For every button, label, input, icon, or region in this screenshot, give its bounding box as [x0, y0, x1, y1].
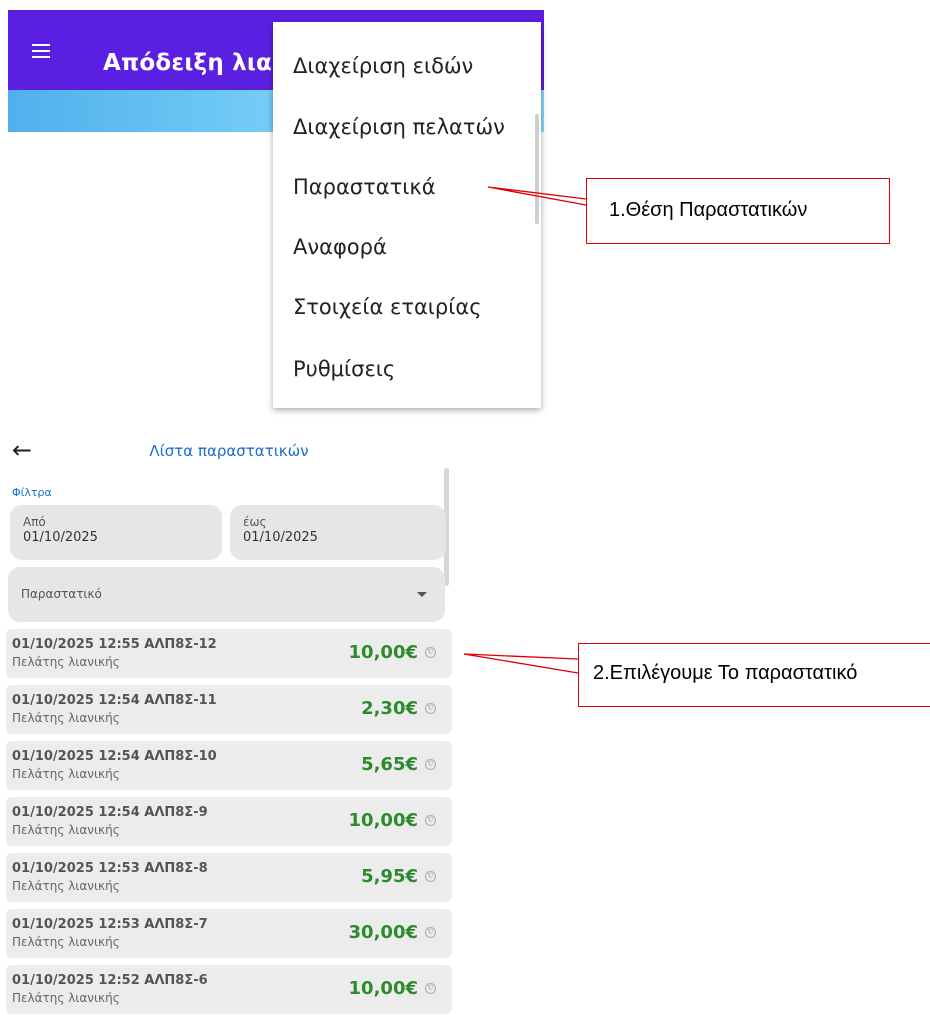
screen-title: Λίστα παραστατικών [149, 442, 309, 460]
menu-item-customers[interactable]: Διαχείριση πελατών [293, 115, 505, 139]
copyright-icon: © [425, 815, 436, 826]
to-date-label: έως [243, 515, 267, 529]
document-row[interactable]: 01/10/2025 12:53 ΑΛΠ8Σ-8 Πελάτης λιανική… [6, 853, 452, 902]
document-row-amount: 5,95€ [361, 866, 418, 887]
document-row-customer: Πελάτης λιανικής [12, 823, 120, 837]
callout-1-box: 1.Θέση Παραστατικών [586, 178, 890, 244]
document-row-amount: 10,00€ [348, 978, 418, 999]
callout-1-text: 1.Θέση Παραστατικών [609, 199, 808, 221]
document-row[interactable]: 01/10/2025 12:54 ΑΛΠ8Σ-10 Πελάτης λιανικ… [6, 741, 452, 790]
from-date-value: 01/10/2025 [23, 530, 98, 545]
document-row-amount: 10,00€ [348, 642, 418, 663]
from-date-label: Από [23, 515, 46, 529]
document-type-placeholder: Παραστατικό [21, 587, 102, 601]
callout-2-pointer [463, 653, 579, 674]
document-row-amount: 2,30€ [361, 698, 418, 719]
overflow-menu: Διαχείριση ειδών Διαχείριση πελατών Παρα… [273, 22, 541, 408]
document-row[interactable]: 01/10/2025 12:54 ΑΛΠ8Σ-11 Πελάτης λιανικ… [6, 685, 452, 734]
filters-label: Φίλτρα [12, 486, 52, 499]
document-row-header: 01/10/2025 12:54 ΑΛΠ8Σ-10 [12, 749, 217, 764]
dropdown-caret-icon [417, 592, 427, 597]
menu-item-documents[interactable]: Παραστατικά [293, 175, 436, 199]
document-row-header: 01/10/2025 12:54 ΑΛΠ8Σ-11 [12, 693, 217, 708]
copyright-icon: © [425, 983, 436, 994]
to-date-value: 01/10/2025 [243, 530, 318, 545]
document-row-customer: Πελάτης λιανικής [12, 991, 120, 1005]
callout-2-box: 2.Επιλέγουμε Το παραστατικό [578, 643, 930, 707]
copyright-icon: © [425, 647, 436, 658]
menu-item-items[interactable]: Διαχείριση ειδών [293, 54, 473, 78]
copyright-icon: © [425, 703, 436, 714]
menu-item-report[interactable]: Αναφορά [293, 235, 387, 259]
document-row-customer: Πελάτης λιανικής [12, 935, 120, 949]
copyright-icon: © [425, 927, 436, 938]
document-row-customer: Πελάτης λιανικής [12, 655, 120, 669]
menu-scrollbar[interactable] [535, 114, 539, 224]
to-date-field[interactable]: έως 01/10/2025 [230, 505, 446, 560]
document-row-header: 01/10/2025 12:54 ΑΛΠ8Σ-9 [12, 805, 208, 820]
document-row-customer: Πελάτης λιανικής [12, 879, 120, 893]
document-row[interactable]: 01/10/2025 12:54 ΑΛΠ8Σ-9 Πελάτης λιανική… [6, 797, 452, 846]
document-row-header: 01/10/2025 12:52 ΑΛΠ8Σ-6 [12, 973, 208, 988]
document-row-header: 01/10/2025 12:53 ΑΛΠ8Σ-7 [12, 917, 208, 932]
document-row-amount: 30,00€ [348, 922, 418, 943]
document-type-select[interactable]: Παραστατικό [8, 567, 445, 622]
document-row-amount: 5,65€ [361, 754, 418, 775]
document-row-header: 01/10/2025 12:53 ΑΛΠ8Σ-8 [12, 861, 208, 876]
callout-2-text: 2.Επιλέγουμε Το παραστατικό [593, 662, 858, 684]
document-row-customer: Πελάτης λιανικής [12, 767, 120, 781]
from-date-field[interactable]: Από 01/10/2025 [10, 505, 222, 560]
document-row[interactable]: 01/10/2025 12:52 ΑΛΠ8Σ-6 Πελάτης λιανική… [6, 965, 452, 1014]
hamburger-menu-icon[interactable] [32, 44, 50, 58]
menu-item-settings[interactable]: Ρυθμίσεις [293, 357, 395, 381]
document-row[interactable]: 01/10/2025 12:55 ΑΛΠ8Σ-12 Πελάτης λιανικ… [6, 629, 452, 678]
menu-item-company-info[interactable]: Στοιχεία εταιρίας [293, 295, 482, 319]
document-row-customer: Πελάτης λιανικής [12, 711, 120, 725]
copyright-icon: © [425, 871, 436, 882]
document-row-amount: 10,00€ [348, 810, 418, 831]
document-row-header: 01/10/2025 12:55 ΑΛΠ8Σ-12 [12, 637, 217, 652]
app-title: Απόδειξη λια [103, 50, 273, 76]
copyright-icon: © [425, 759, 436, 770]
document-row[interactable]: 01/10/2025 12:53 ΑΛΠ8Σ-7 Πελάτης λιανική… [6, 909, 452, 958]
